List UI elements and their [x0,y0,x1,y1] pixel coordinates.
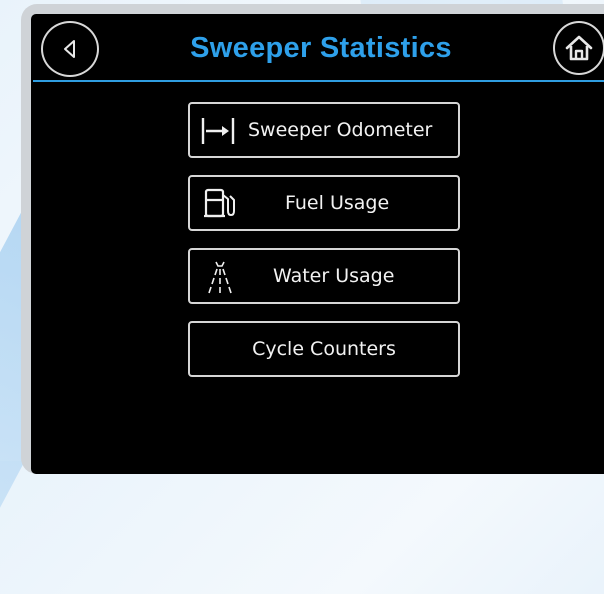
fuel-pump-icon [204,188,235,218]
home-button[interactable] [553,21,604,75]
water-usage-button[interactable]: Water Usage [188,248,460,304]
display-screen: Sweeper Statistics Sweeper Odometer Fuel… [31,14,604,474]
fuel-usage-label: Fuel Usage [285,192,390,214]
header-divider [33,80,604,82]
cycle-counters-label: Cycle Counters [252,338,396,360]
home-icon [565,35,593,61]
odometer-icon [201,118,235,144]
water-usage-label: Water Usage [273,265,395,287]
water-spray-icon [208,261,232,294]
page-title: Sweeper Statistics [190,32,452,64]
sweeper-odometer-label: Sweeper Odometer [248,119,433,141]
cycle-counters-button[interactable]: Cycle Counters [188,321,460,377]
sweeper-odometer-button[interactable]: Sweeper Odometer [188,102,460,158]
fuel-usage-button[interactable]: Fuel Usage [188,175,460,231]
header-bar: Sweeper Statistics [31,14,604,84]
